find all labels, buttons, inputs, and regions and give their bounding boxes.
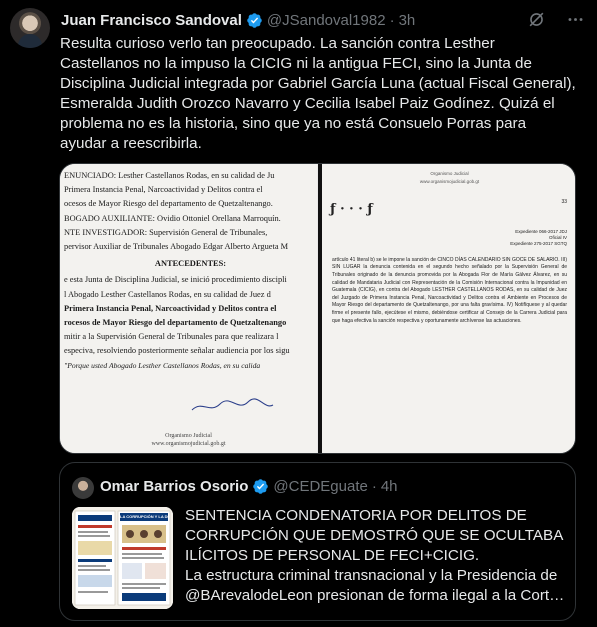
quoted-text-line: SENTENCIA CONDENATORIA POR DELITOS DE — [185, 507, 527, 524]
doc-heading: ANTECEDENTES: — [154, 259, 227, 269]
doc-line: mitir a la Supervisión General de Tribun… — [64, 332, 279, 342]
tweet-header: Juan Francisco Sandoval @JSandoval1982 ·… — [61, 10, 415, 30]
tweet-text-line: Castellanos no la impuso la CICIG ni la … — [60, 55, 532, 72]
doc-expediente: Expediente 066-2017 JDJ Oficial IV Exped… — [332, 229, 567, 247]
quoted-media-thumbnail[interactable]: LA CORRUPCIÓN Y LA DECISIÓN — [72, 507, 173, 609]
doc-line: Primera Instancia Penal, Narcoactividad … — [64, 185, 263, 195]
quoted-text-line: CORRUPCIÓN QUE DEMOSTRÓ QUE SE OCULTABA — [185, 527, 564, 544]
tweet-text-line: problema no es la historia, sino que ya … — [60, 115, 527, 132]
quoted-text-line: ILÍCITOS DE PERSONAL DE FECI+CICIG. — [185, 547, 480, 564]
doc-right-header-line: www.organismojudicial.gob.gt — [419, 178, 480, 184]
infographic-thumbnail — [72, 507, 173, 609]
doc-line: NTE INVESTIGADOR: Supervisión General de… — [64, 227, 268, 237]
verified-badge-icon — [253, 479, 269, 494]
tweet-text-line: ayudar a reescribirla. — [60, 135, 202, 152]
doc-footer-line: Organismo Judicial — [165, 433, 212, 439]
doc-paragraph: artículo 41 literal b) se le impone la s… — [332, 256, 567, 324]
quoted-author-avatar[interactable] — [72, 477, 94, 499]
doc-right-header: Organismo Judicial www.organismojudicial… — [332, 170, 567, 185]
quoted-author-name[interactable]: Omar Barrios Osorio — [100, 478, 248, 495]
author-handle[interactable]: @JSandoval1982 — [267, 12, 386, 29]
doc-right-header-line: Organismo Judicial — [430, 171, 469, 176]
header-actions — [527, 10, 585, 29]
author-avatar[interactable] — [10, 8, 50, 48]
thumbnail-title: LA CORRUPCIÓN Y LA DECISIÓN — [120, 514, 168, 519]
doc-line: rocesos de Mayor Riesgo del departamento… — [64, 318, 287, 328]
doc-line: especiva, resolviendo posteriormente señ… — [64, 346, 290, 356]
doc-line: e esta Junta de Disciplina Judicial, se … — [64, 275, 287, 285]
doc-footer: Organismo Judicial www.organismojudicial… — [60, 432, 317, 448]
doc-expediente-line: Expediente 275-2017 SGTQ — [510, 240, 567, 246]
doc-line: l Abogado Lesther Castellanos Rodas, en … — [64, 289, 271, 299]
separator: · — [389, 11, 395, 29]
tweet[interactable]: Juan Francisco Sandoval @JSandoval1982 ·… — [0, 0, 597, 627]
signature-image — [191, 398, 274, 411]
author-name[interactable]: Juan Francisco Sandoval — [61, 12, 242, 29]
quoted-timestamp[interactable]: 4h — [381, 478, 398, 495]
quoted-handle[interactable]: @CEDEguate — [273, 478, 367, 495]
verified-badge-icon — [247, 12, 262, 28]
quoted-text-line: @BArevalodeLeon presionan de forma ilega… — [185, 587, 565, 604]
doc-footer-line: www.organismojudicial.gob.gt — [151, 441, 226, 447]
doc-quote-line: "Porque usted Abogado Lesther Castellano… — [64, 360, 261, 370]
tweet-text-line: Disciplina Judicial integrada por Gabrie… — [60, 75, 576, 92]
handwritten-mark: ƒ · · · ƒ — [330, 202, 373, 217]
quoted-tweet[interactable]: Omar Barrios Osorio @CEDEguate · 4h LA C… — [59, 462, 576, 621]
timestamp[interactable]: 3h — [399, 12, 416, 29]
tweet-text-line: Esmeralda Judith Orozco Navarro y Cecili… — [60, 95, 555, 112]
tweet-text: Resulta curioso verlo tan preocupado. La… — [60, 34, 588, 154]
tweet-text-line: Resulta curioso verlo tan preocupado. La… — [60, 35, 495, 52]
doc-line: BOGADO AUXILIANTE: Ovidio Ottoniel Orell… — [64, 213, 281, 223]
more-icon[interactable] — [566, 10, 585, 29]
doc-line: pervisor Auxiliar de Tribunales Abogado … — [64, 242, 289, 252]
doc-line: Primera Instancia Penal, Narcoactividad … — [64, 303, 277, 313]
doc-line: ocesos de Mayor Riesgo del departamento … — [64, 199, 273, 209]
doc-line: ENUNCIADO: Lesther Castellanos Rodas, en… — [64, 171, 275, 180]
document-page-left: ENUNCIADO: Lesther Castellanos Rodas, en… — [60, 164, 317, 453]
tweet-media-image[interactable]: ENUNCIADO: Lesther Castellanos Rodas, en… — [59, 163, 576, 454]
separator: · — [371, 478, 377, 495]
grok-icon[interactable] — [527, 10, 546, 29]
quoted-text-line: La estructura criminal transnacional y l… — [185, 567, 558, 584]
quoted-header: Omar Barrios Osorio @CEDEguate · 4h — [100, 478, 398, 495]
quoted-text: SENTENCIA CONDENATORIA POR DELITOS DE CO… — [185, 506, 571, 606]
doc-right-body: artículo 41 literal b) se le impone la s… — [332, 257, 567, 325]
